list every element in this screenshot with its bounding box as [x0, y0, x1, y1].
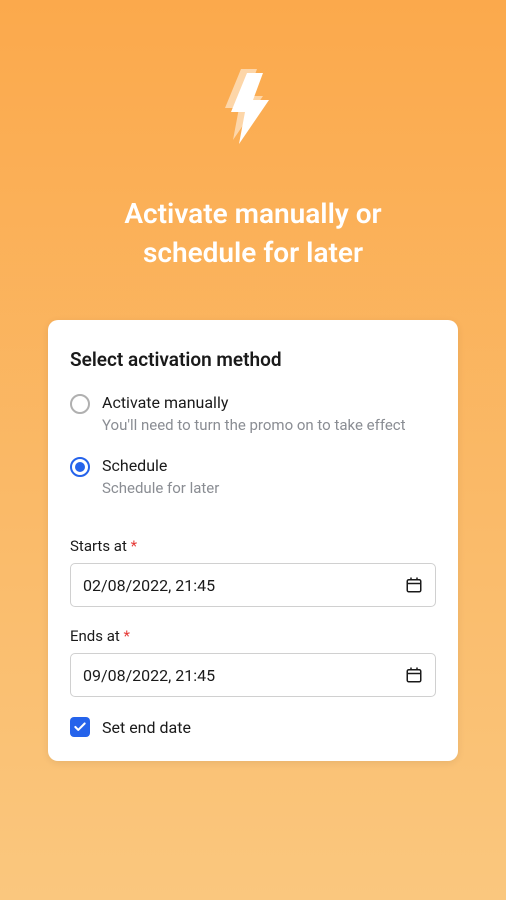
ends-at-label: Ends at * [70, 627, 436, 645]
checkbox-icon [70, 717, 90, 737]
activation-card: Select activation method Activate manual… [48, 320, 458, 761]
radio-activate-manually[interactable]: Activate manually You'll need to turn th… [70, 393, 436, 434]
lightning-icon [225, 68, 281, 154]
radio-description: You'll need to turn the promo on to take… [102, 416, 406, 434]
hero-title: Activate manually or schedule for later [124, 194, 381, 272]
radio-icon [70, 394, 90, 414]
checkbox-label: Set end date [102, 718, 191, 737]
radio-label: Schedule [102, 456, 219, 475]
starts-at-field: Starts at * 02/08/2022, 21:45 [70, 537, 436, 607]
calendar-icon [405, 576, 423, 594]
radio-icon [70, 457, 90, 477]
card-title: Select activation method [70, 348, 436, 371]
radio-description: Schedule for later [102, 479, 219, 497]
radio-schedule[interactable]: Schedule Schedule for later [70, 456, 436, 497]
radio-label: Activate manually [102, 393, 406, 412]
starts-at-input[interactable]: 02/08/2022, 21:45 [70, 563, 436, 607]
activation-method-group: Activate manually You'll need to turn th… [70, 393, 436, 497]
ends-at-input[interactable]: 09/08/2022, 21:45 [70, 653, 436, 697]
starts-at-label: Starts at * [70, 537, 436, 555]
set-end-date-row[interactable]: Set end date [70, 717, 436, 737]
ends-at-field: Ends at * 09/08/2022, 21:45 [70, 627, 436, 697]
calendar-icon [405, 666, 423, 684]
